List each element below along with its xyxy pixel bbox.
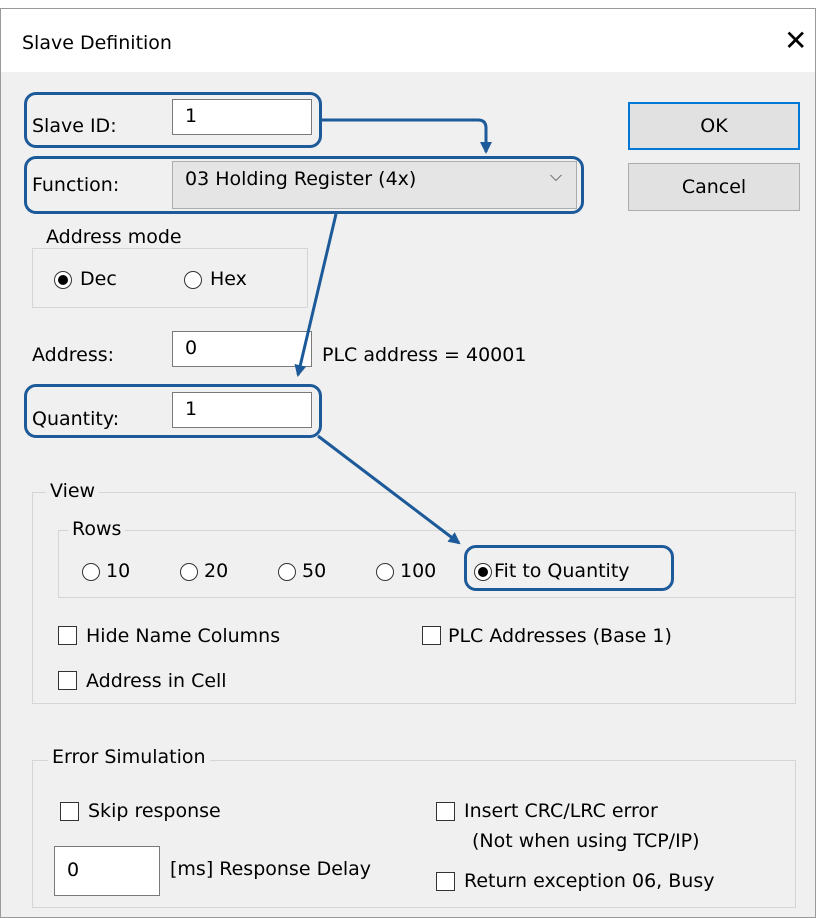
- insert-crc-note: (Not when using TCP/IP): [472, 830, 700, 852]
- hex-radio[interactable]: [184, 271, 202, 289]
- close-icon[interactable]: ✕: [784, 26, 807, 56]
- window-title: Slave Definition: [22, 32, 172, 54]
- function-label: Function:: [32, 174, 120, 196]
- dec-label[interactable]: Dec: [80, 268, 117, 290]
- rows-legend: Rows: [68, 518, 126, 540]
- rows-50-radio[interactable]: [278, 563, 296, 581]
- plc-address-text: PLC address = 40001: [322, 344, 527, 366]
- slave-id-to-function-arrow: [322, 118, 492, 154]
- insert-crc-checkbox[interactable]: [436, 802, 455, 821]
- dec-radio[interactable]: [54, 271, 72, 289]
- address-input[interactable]: 0: [172, 331, 312, 367]
- function-selected-value: 03 Holding Register (4x): [185, 168, 417, 190]
- rows-10-radio[interactable]: [82, 563, 100, 581]
- plc-addresses-label[interactable]: PLC Addresses (Base 1): [448, 625, 672, 647]
- error-simulation-legend: Error Simulation: [48, 746, 210, 768]
- rows-20-radio[interactable]: [180, 563, 198, 581]
- response-delay-input[interactable]: 0: [54, 846, 160, 896]
- rows-fit-radio[interactable]: [474, 563, 492, 581]
- slave-id-label: Slave ID:: [32, 115, 117, 137]
- address-in-cell-checkbox[interactable]: [58, 671, 77, 690]
- skip-response-checkbox[interactable]: [60, 802, 79, 821]
- slave-id-input[interactable]: 1: [172, 99, 312, 135]
- address-mode-legend: Address mode: [42, 226, 186, 248]
- return-exception-checkbox[interactable]: [436, 872, 455, 891]
- window-top-strip: [0, 0, 816, 8]
- rows-20-label[interactable]: 20: [204, 560, 228, 582]
- function-select[interactable]: 03 Holding Register (4x) ⌵: [172, 161, 577, 209]
- chevron-down-icon: ⌵: [549, 166, 562, 185]
- address-mode-group: [32, 248, 308, 308]
- view-legend: View: [46, 480, 100, 502]
- cancel-button[interactable]: Cancel: [628, 163, 800, 211]
- skip-response-label[interactable]: Skip response: [88, 800, 221, 822]
- quantity-input[interactable]: 1: [172, 392, 312, 428]
- quantity-label: Quantity:: [32, 408, 120, 430]
- rows-100-label[interactable]: 100: [400, 560, 436, 582]
- rows-50-label[interactable]: 50: [302, 560, 326, 582]
- address-in-cell-label[interactable]: Address in Cell: [86, 670, 227, 692]
- address-label: Address:: [32, 344, 115, 366]
- response-delay-label: [ms] Response Delay: [170, 858, 372, 880]
- rows-10-label[interactable]: 10: [106, 560, 130, 582]
- plc-addresses-checkbox[interactable]: [422, 626, 441, 645]
- return-exception-label[interactable]: Return exception 06, Busy: [464, 870, 714, 892]
- rows-100-radio[interactable]: [376, 563, 394, 581]
- hide-name-columns-checkbox[interactable]: [58, 626, 77, 645]
- ok-button[interactable]: OK: [628, 102, 800, 150]
- hex-label[interactable]: Hex: [210, 268, 247, 290]
- hide-name-columns-label[interactable]: Hide Name Columns: [86, 625, 280, 647]
- rows-fit-label[interactable]: Fit to Quantity: [494, 560, 630, 582]
- insert-crc-label[interactable]: Insert CRC/LRC error: [464, 800, 658, 822]
